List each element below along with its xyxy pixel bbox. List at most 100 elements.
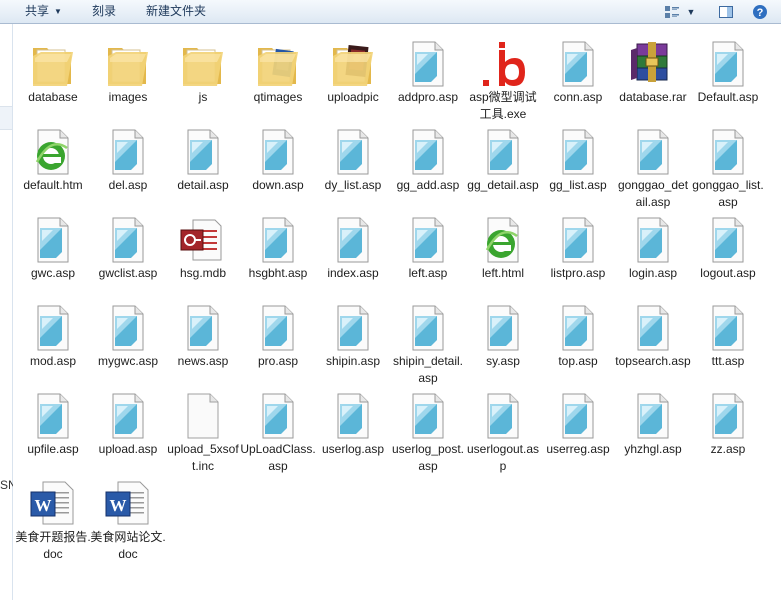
file-item[interactable]: left.asp bbox=[390, 206, 466, 292]
file-item[interactable]: conn.asp bbox=[540, 30, 616, 116]
file-list[interactable]: database images js qtimages uploadpic ad… bbox=[14, 24, 781, 600]
share-button[interactable]: 共享 ▼ bbox=[23, 3, 64, 20]
blank-file-icon bbox=[179, 392, 227, 440]
file-name-label: down.asp bbox=[252, 178, 304, 192]
asp-file-icon bbox=[404, 128, 452, 176]
file-item[interactable]: mygwc.asp bbox=[90, 294, 166, 380]
asp-file-icon bbox=[629, 392, 677, 440]
asp-file-icon bbox=[479, 392, 527, 440]
file-item[interactable]: upload_5xsoft.inc bbox=[165, 382, 241, 473]
file-name-label: topsearch.asp bbox=[615, 354, 691, 368]
file-item[interactable]: ttt.asp bbox=[690, 294, 766, 380]
asp-file-icon bbox=[179, 304, 227, 352]
file-item[interactable]: zz.asp bbox=[690, 382, 766, 468]
file-item[interactable]: Default.asp bbox=[690, 30, 766, 116]
file-item[interactable]: logout.asp bbox=[690, 206, 766, 292]
file-name-label: left.asp bbox=[408, 266, 448, 280]
file-name-label: gg_add.asp bbox=[396, 178, 460, 192]
file-item[interactable]: userlog.asp bbox=[315, 382, 391, 468]
file-item[interactable]: qtimages bbox=[240, 30, 316, 116]
file-item[interactable]: upfile.asp bbox=[15, 382, 91, 468]
file-item[interactable]: default.htm bbox=[15, 118, 91, 204]
file-item[interactable]: asp微型调试工具.exe bbox=[465, 30, 541, 121]
file-item[interactable]: addpro.asp bbox=[390, 30, 466, 116]
file-name-label: 美食网站论文.doc bbox=[90, 530, 166, 561]
file-item[interactable]: uploadpic bbox=[315, 30, 391, 116]
file-item[interactable]: pro.asp bbox=[240, 294, 316, 380]
file-item[interactable]: userlog_post.asp bbox=[390, 382, 466, 473]
file-item[interactable]: index.asp bbox=[315, 206, 391, 292]
file-name-label: uploadpic bbox=[327, 90, 379, 104]
file-item[interactable]: upload.asp bbox=[90, 382, 166, 468]
navigation-selected-item[interactable] bbox=[0, 106, 12, 130]
file-item[interactable]: shipin_detail.asp bbox=[390, 294, 466, 385]
file-name-label: userreg.asp bbox=[546, 442, 610, 456]
file-item[interactable]: database.rar bbox=[615, 30, 691, 116]
file-item[interactable]: gonggao_list.asp bbox=[690, 118, 766, 209]
file-item[interactable]: gonggao_detail.asp bbox=[615, 118, 691, 209]
file-name-label: js bbox=[198, 90, 208, 104]
file-name-label: Default.asp bbox=[697, 90, 759, 104]
file-item[interactable]: topsearch.asp bbox=[615, 294, 691, 380]
rar-archive-icon bbox=[629, 40, 677, 88]
file-item[interactable]: listpro.asp bbox=[540, 206, 616, 292]
file-name-label: listpro.asp bbox=[550, 266, 606, 280]
file-item[interactable]: left.html bbox=[465, 206, 541, 292]
navigation-item-fragment[interactable]: SN bbox=[0, 478, 13, 492]
file-item[interactable]: gg_add.asp bbox=[390, 118, 466, 204]
burn-button[interactable]: 刻录 bbox=[90, 3, 118, 20]
file-name-label: mod.asp bbox=[29, 354, 77, 368]
view-options-chevron-icon[interactable]: ▼ bbox=[684, 3, 698, 20]
file-item[interactable]: sy.asp bbox=[465, 294, 541, 380]
file-item[interactable]: hsg.mdb bbox=[165, 206, 241, 292]
file-name-label: news.asp bbox=[177, 354, 229, 368]
file-item[interactable]: gwclist.asp bbox=[90, 206, 166, 292]
file-item[interactable]: dy_list.asp bbox=[315, 118, 391, 204]
file-item[interactable]: js bbox=[165, 30, 241, 116]
file-item[interactable]: userlogout.asp bbox=[465, 382, 541, 473]
svg-text:?: ? bbox=[757, 7, 764, 19]
asp-file-icon bbox=[404, 304, 452, 352]
asp-file-icon bbox=[629, 216, 677, 264]
file-item[interactable]: gg_detail.asp bbox=[465, 118, 541, 204]
file-name-label: upfile.asp bbox=[27, 442, 79, 456]
help-button[interactable]: ? bbox=[750, 3, 770, 20]
asp-file-icon bbox=[629, 128, 677, 176]
file-item[interactable]: mod.asp bbox=[15, 294, 91, 380]
asp-file-icon bbox=[554, 216, 602, 264]
new-folder-button[interactable]: 新建文件夹 bbox=[144, 3, 208, 20]
asp-file-icon bbox=[29, 304, 77, 352]
file-item[interactable]: W 美食网站论文.doc bbox=[90, 470, 166, 561]
asp-file-icon bbox=[704, 40, 752, 88]
asp-file-icon bbox=[329, 128, 377, 176]
asp-file-icon bbox=[704, 216, 752, 264]
file-item[interactable]: UpLoadClass.asp bbox=[240, 382, 316, 473]
file-item[interactable]: down.asp bbox=[240, 118, 316, 204]
navigation-pane[interactable]: SN bbox=[0, 24, 13, 600]
file-item[interactable]: W 美食开题报告.doc bbox=[15, 470, 91, 561]
change-view-button[interactable] bbox=[662, 3, 682, 20]
file-name-label: dy_list.asp bbox=[324, 178, 382, 192]
file-name-label: qtimages bbox=[253, 90, 303, 104]
file-name-label: upload.asp bbox=[98, 442, 158, 456]
asp-file-icon bbox=[704, 392, 752, 440]
file-item[interactable]: yhzhgl.asp bbox=[615, 382, 691, 468]
file-item[interactable]: gg_list.asp bbox=[540, 118, 616, 204]
file-item[interactable]: login.asp bbox=[615, 206, 691, 292]
file-item[interactable]: hsgbht.asp bbox=[240, 206, 316, 292]
file-item[interactable]: news.asp bbox=[165, 294, 241, 380]
preview-pane-button[interactable] bbox=[716, 3, 736, 20]
file-item[interactable]: gwc.asp bbox=[15, 206, 91, 292]
file-item[interactable]: images bbox=[90, 30, 166, 116]
file-name-label: pro.asp bbox=[257, 354, 299, 368]
asp-file-icon bbox=[704, 304, 752, 352]
file-item[interactable]: detail.asp bbox=[165, 118, 241, 204]
asp-file-icon bbox=[479, 128, 527, 176]
file-item[interactable]: del.asp bbox=[90, 118, 166, 204]
file-item[interactable]: userreg.asp bbox=[540, 382, 616, 468]
asp-file-icon bbox=[254, 392, 302, 440]
file-item[interactable]: top.asp bbox=[540, 294, 616, 380]
file-item[interactable]: database bbox=[15, 30, 91, 116]
file-item[interactable]: shipin.asp bbox=[315, 294, 391, 380]
asp-file-icon bbox=[29, 392, 77, 440]
